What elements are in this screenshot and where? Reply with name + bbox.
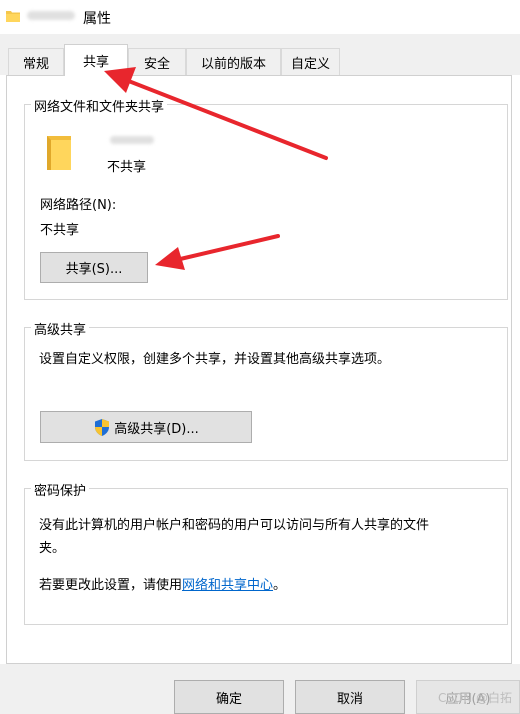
advanced-sharing-group-label: 高级共享	[31, 319, 90, 338]
cancel-button[interactable]: 取消	[295, 680, 405, 714]
password-description-line2: 夹。	[39, 541, 66, 556]
tab-label: 自定义	[290, 56, 330, 72]
password-protection-group-label: 密码保护	[31, 480, 90, 499]
window-title: 属性	[83, 11, 111, 27]
folder-icon	[6, 11, 20, 22]
change-settings-text: 若要更改此设置，请使用网络和共享中心。	[39, 574, 286, 593]
advanced-sharing-button[interactable]: 高级共享(D)...	[40, 411, 252, 443]
redacted-folder-name	[27, 11, 75, 20]
network-sharing-center-link[interactable]: 网络和共享中心	[182, 578, 273, 593]
tab-label: 以前的版本	[200, 56, 266, 72]
folder-icon	[47, 136, 71, 170]
watermark-text: CSDN @白拓	[438, 691, 513, 705]
password-protection-group	[24, 488, 508, 625]
uac-shield-icon	[95, 418, 110, 436]
tab-customize[interactable]: 自定义	[281, 48, 340, 75]
network-path-label: 网络路径(N):	[40, 198, 117, 213]
tab-sharing[interactable]: 共享	[64, 44, 128, 76]
tab-security[interactable]: 安全	[128, 48, 186, 75]
tab-label: 常规	[22, 56, 49, 72]
password-description-line1: 没有此计算机的用户帐户和密码的用户可以访问与所有人共享的文件	[39, 518, 430, 533]
share-status-text: 不共享	[107, 160, 147, 175]
change-settings-prefix: 若要更改此设置，请使用	[39, 578, 183, 593]
redacted-folder-name	[110, 136, 154, 144]
title-bar: 属性	[0, 0, 520, 34]
network-path-value: 不共享	[40, 223, 80, 238]
ok-button[interactable]: 确定	[174, 680, 284, 714]
advanced-sharing-description: 设置自定义权限，创建多个共享，并设置其他高级共享选项。	[39, 352, 391, 367]
share-button[interactable]: 共享(S)...	[40, 252, 148, 283]
network-sharing-group-label: 网络文件和文件夹共享	[31, 96, 168, 115]
tab-general[interactable]: 常规	[8, 48, 64, 75]
change-settings-suffix: 。	[273, 578, 287, 593]
tab-label: 安全	[143, 56, 170, 72]
tab-previous-versions[interactable]: 以前的版本	[186, 48, 281, 75]
tab-label: 共享	[82, 55, 109, 70]
advanced-sharing-button-label: 高级共享(D)...	[114, 421, 199, 437]
